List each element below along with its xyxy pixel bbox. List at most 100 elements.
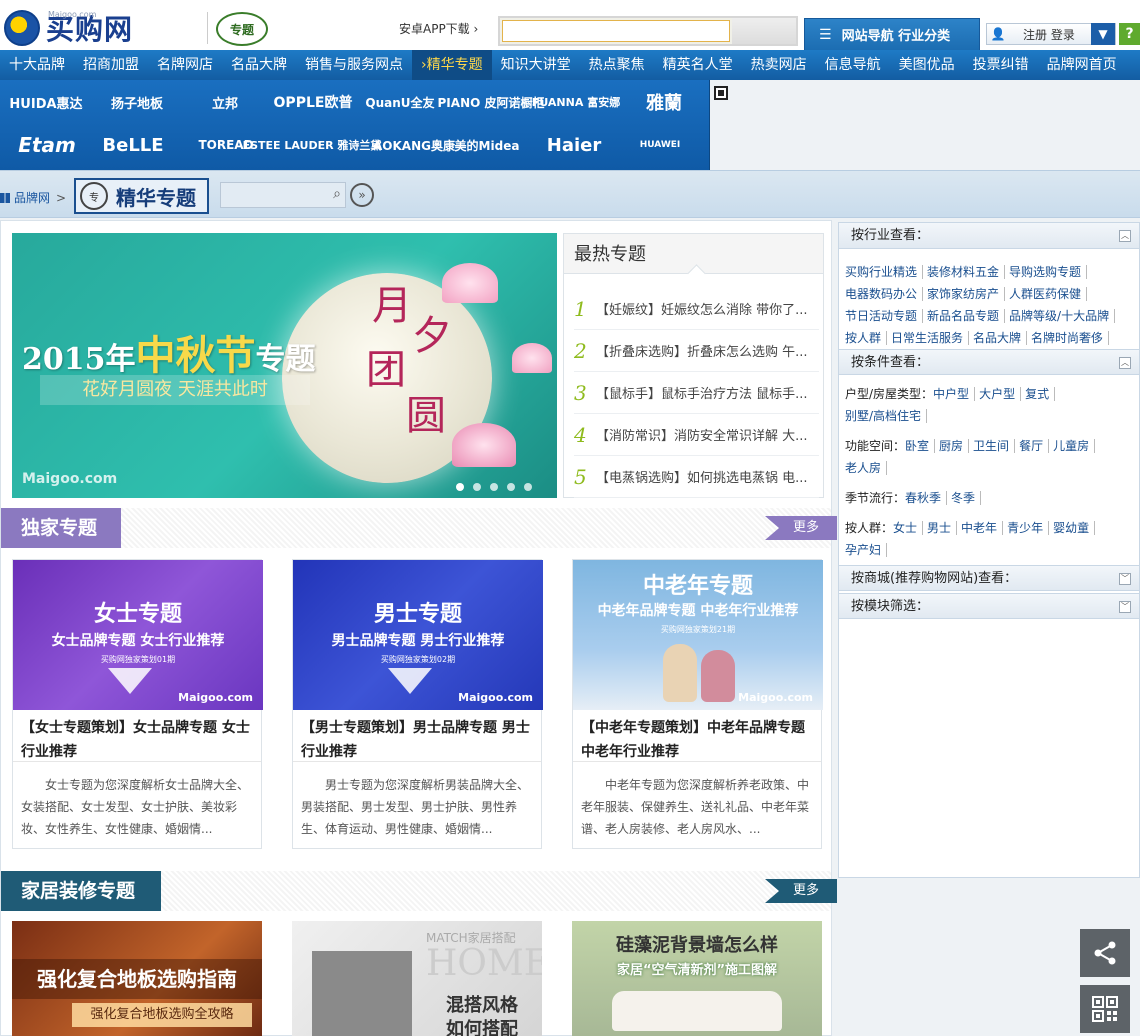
filter-link[interactable]: 儿童房 — [1053, 439, 1096, 453]
filter-link[interactable]: 名品大牌 — [973, 331, 1028, 345]
site-nav-tab[interactable]: ☰ 网站导航 行业分类 — [804, 18, 980, 50]
go-button[interactable]: » — [350, 183, 374, 207]
home-deco-more-link[interactable]: 更多 — [765, 879, 837, 903]
hot-topic-item[interactable]: 2 【折叠床选购】折叠床怎么选购 午... — [574, 330, 819, 372]
filter-link[interactable]: 中户型 — [933, 387, 976, 401]
filter-link[interactable]: 品牌等级/十大品牌 — [1009, 309, 1116, 323]
filter-link[interactable]: 按人群 — [845, 331, 888, 345]
filter-link[interactable]: 电器数码办公 — [845, 287, 924, 301]
site-logo[interactable]: 买购网 Maigoo.com — [4, 8, 133, 48]
filter-condition-head[interactable]: 按条件查看： ︿ — [839, 349, 1139, 375]
expand-icon[interactable]: ﹀ — [1119, 573, 1131, 585]
filter-module-head[interactable]: 按模块筛选： ﹀ — [839, 593, 1139, 619]
nav-item-11[interactable]: 美图优品 — [890, 50, 964, 80]
qr-code-button[interactable] — [1080, 985, 1130, 1033]
hero-dot[interactable] — [524, 483, 532, 491]
nav-item-2[interactable]: 名牌网店 — [148, 50, 222, 80]
brand-logo[interactable]: HUAWEI — [630, 128, 690, 162]
nav-item-6[interactable]: 知识大讲堂 — [492, 50, 580, 80]
topic-search[interactable]: ⌕ — [220, 182, 346, 208]
filter-link[interactable]: 导购选购专题 — [1009, 265, 1088, 279]
hot-topic-item[interactable]: 1 【妊娠纹】妊娠纹怎么消除 带你了... — [574, 288, 819, 330]
filter-industry-head[interactable]: 按行业查看： ︿ — [839, 223, 1139, 249]
filter-link[interactable]: 中老年 — [961, 521, 1004, 535]
brand-logo[interactable]: 立邦 — [190, 86, 260, 118]
hero-dot[interactable] — [473, 483, 481, 491]
nav-item-5[interactable]: ›精华专题 — [412, 50, 492, 80]
hero-dot[interactable] — [507, 483, 515, 491]
brand-logo[interactable]: HUIDA惠达 — [8, 86, 84, 118]
nav-item-4[interactable]: 销售与服务网点 — [296, 50, 412, 80]
filter-link[interactable]: 女士 — [893, 521, 924, 535]
filter-link[interactable]: 厨房 — [939, 439, 970, 453]
home-deco-card[interactable]: MATCH家居搭配 HOME 混搭风格 如何搭配 — [292, 921, 542, 1036]
brand-logo[interactable]: 扬子地板 — [94, 86, 180, 118]
filter-mall-head[interactable]: 按商城(推荐购物网站)查看： ﹀ — [839, 565, 1139, 591]
hot-topic-item[interactable]: 3 【鼠标手】鼠标手治疗方法 鼠标手... — [574, 372, 819, 414]
card-thumbnail[interactable]: 中老年专题 中老年品牌专题 中老年行业推荐 买购网独家策划21期 Maigoo.com — [573, 560, 823, 710]
filter-link[interactable]: 新品名品专题 — [927, 309, 1006, 323]
exclusive-more-link[interactable]: 更多 — [765, 516, 837, 540]
filter-link[interactable]: 买购行业精选 — [845, 265, 924, 279]
nav-item-3[interactable]: 名品大牌 — [222, 50, 296, 80]
card-title[interactable]: 【中老年专题策划】中老年品牌专题 中老年行业推荐 — [573, 710, 821, 762]
filter-link[interactable]: 青少年 — [1007, 521, 1050, 535]
filter-link[interactable]: 婴幼童 — [1053, 521, 1096, 535]
exclusive-card[interactable]: 男士专题 男士品牌专题 男士行业推荐 买购网独家策划02期 Maigoo.com 【男士… — [292, 559, 543, 849]
brand-logo[interactable]: AOKANG奥康 — [373, 128, 455, 162]
brand-logo[interactable]: Etam — [8, 128, 86, 162]
nav-item-0[interactable]: 十大品牌 — [0, 50, 74, 80]
exclusive-card[interactable]: 中老年专题 中老年品牌专题 中老年行业推荐 买购网独家策划21期 Maigoo.com… — [572, 559, 823, 849]
filter-link[interactable]: 名牌时尚奢侈 — [1031, 331, 1110, 345]
filter-link[interactable]: 大户型 — [979, 387, 1022, 401]
filter-link[interactable]: 孕产妇 — [845, 543, 888, 557]
brand-logo[interactable]: QuanU全友 — [360, 86, 440, 118]
help-button[interactable]: ? — [1119, 23, 1140, 45]
home-deco-card[interactable]: 硅藻泥背景墙怎么样 家居“空气清新剂”施工图解 — [572, 921, 822, 1036]
nav-item-13[interactable]: 品牌网首页 — [1038, 50, 1126, 80]
header-search-input[interactable] — [502, 20, 730, 42]
brand-logo[interactable]: PIANO 皮阿诺橱柜 — [438, 86, 545, 118]
filter-link[interactable]: 别墅/高档住宅 — [845, 409, 928, 423]
login-box[interactable]: 👤 注册 登录 ▼ — [986, 23, 1116, 45]
filter-link[interactable]: 节日活动专题 — [845, 309, 924, 323]
filter-link[interactable]: 装修材料五金 — [927, 265, 1006, 279]
filter-link[interactable]: 餐厅 — [1019, 439, 1050, 453]
filter-link[interactable]: 复式 — [1025, 387, 1056, 401]
brand-logo[interactable]: OPPLE欧普 — [270, 86, 356, 118]
share-button[interactable] — [1080, 929, 1130, 977]
filter-link[interactable]: 冬季 — [951, 491, 982, 505]
nav-item-12[interactable]: 投票纠错 — [964, 50, 1038, 80]
hot-topic-item[interactable]: 5 【电蒸锅选购】如何挑选电蒸锅 电... — [574, 456, 819, 498]
filter-link[interactable]: 男士 — [927, 521, 958, 535]
brand-logo[interactable]: Haier — [536, 128, 612, 162]
nav-item-8[interactable]: 精英名人堂 — [654, 50, 742, 80]
brand-logo[interactable]: 雅蘭 — [624, 86, 704, 118]
brand-logo[interactable]: ESTEE LAUDER 雅诗兰黛 — [243, 128, 382, 162]
filter-link[interactable]: 家饰家纺房产 — [927, 287, 1006, 301]
search-icon[interactable]: ⌕ — [333, 186, 341, 202]
expand-icon[interactable]: ﹀ — [1119, 601, 1131, 613]
nav-item-9[interactable]: 热卖网店 — [742, 50, 816, 80]
collapse-icon[interactable]: ︿ — [1119, 230, 1131, 242]
brand-logo[interactable]: FUANNA 富安娜 — [532, 86, 620, 118]
hero-dot[interactable] — [456, 483, 464, 491]
filter-link[interactable]: 老人房 — [845, 461, 888, 475]
filter-link[interactable]: 日常生活服务 — [891, 331, 970, 345]
hero-banner[interactable]: 2015年中秋节专题 花好月圆夜 天涯共此时 月夕团圆 Maigoo.com — [12, 233, 557, 498]
app-download-link[interactable]: 安卓APP下载 › — [399, 20, 478, 37]
card-title[interactable]: 【男士专题策划】男士品牌专题 男士行业推荐 — [293, 710, 541, 762]
exclusive-card[interactable]: 女士专题 女士品牌专题 女士行业推荐 买购网独家策划01期 Maigoo.com 【女士… — [12, 559, 263, 849]
card-thumbnail[interactable]: 男士专题 男士品牌专题 男士行业推荐 买购网独家策划02期 Maigoo.com — [293, 560, 543, 710]
card-title[interactable]: 【女士专题策划】女士品牌专题 女士行业推荐 — [13, 710, 261, 762]
home-deco-card[interactable]: 强化复合地板选购指南 强化复合地板选购全攻略 — [12, 921, 262, 1036]
brand-logo[interactable]: 美的Midea — [444, 128, 530, 162]
filter-link[interactable]: 春秋季 — [905, 491, 948, 505]
filter-link[interactable]: 卫生间 — [973, 439, 1016, 453]
card-thumbnail[interactable]: 女士专题 女士品牌专题 女士行业推荐 买购网独家策划01期 Maigoo.com — [13, 560, 263, 710]
collapse-icon[interactable]: ︿ — [1119, 357, 1131, 369]
header-search-button[interactable] — [732, 18, 796, 44]
hero-dot[interactable] — [490, 483, 498, 491]
filter-link[interactable]: 人群医药保健 — [1009, 287, 1088, 301]
hot-topic-item[interactable]: 4 【消防常识】消防安全常识详解 大... — [574, 414, 819, 456]
